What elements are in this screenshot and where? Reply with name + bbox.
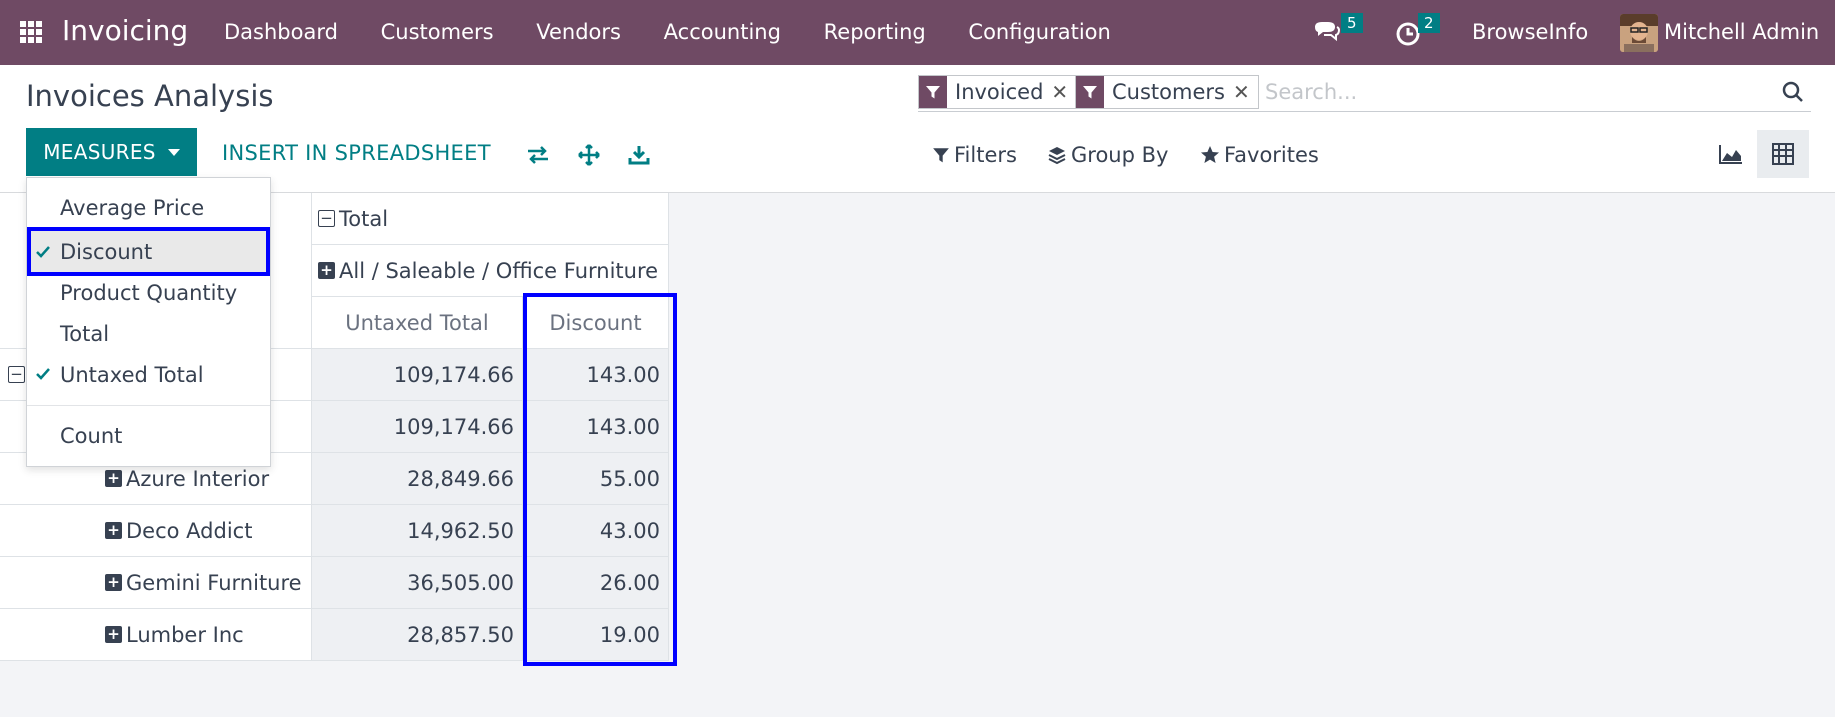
row-header-customer[interactable]: + Deco Addict (0, 505, 312, 557)
star-icon (1201, 146, 1219, 163)
expand-icon: + (105, 626, 122, 643)
remove-facet-icon[interactable]: ✕ (1233, 80, 1258, 104)
menu-dashboard[interactable]: Dashboard (224, 20, 338, 44)
menu-reporting[interactable]: Reporting (824, 20, 926, 44)
measure-label: Untaxed Total (345, 310, 489, 335)
search-bar: Invoiced ✕ Customers ✕ (918, 74, 1811, 112)
facet-value: Invoiced (955, 80, 1044, 104)
option-label: Count (60, 424, 123, 448)
layers-icon (1048, 147, 1066, 165)
download-icon[interactable] (627, 143, 651, 167)
favorites-label: Favorites (1224, 143, 1319, 167)
cell-discount[interactable]: 143.00 (523, 401, 669, 453)
option-label: Total (60, 322, 110, 346)
measures-label: MEASURES (43, 140, 156, 164)
insert-in-spreadsheet-button[interactable]: INSERT IN SPREADSHEET (222, 141, 491, 165)
filter-icon (1076, 76, 1104, 108)
expand-all-icon[interactable] (577, 143, 601, 167)
menu-configuration[interactable]: Configuration (968, 20, 1110, 44)
favorites-button[interactable]: Favorites (1200, 143, 1319, 167)
option-label: Average Price (60, 196, 205, 220)
remove-facet-icon[interactable]: ✕ (1051, 80, 1076, 104)
expand-icon: + (105, 522, 122, 539)
menu-accounting[interactable]: Accounting (664, 20, 781, 44)
area-chart-icon (1719, 145, 1742, 164)
row-label: Lumber Inc (126, 622, 244, 647)
measures-button[interactable]: MEASURES (26, 128, 197, 176)
measure-option-product-quantity[interactable]: Product Quantity (27, 273, 270, 313)
measure-option-average-price[interactable]: Average Price (27, 188, 270, 228)
activities-badge: 2 (1418, 13, 1440, 33)
option-label: Product Quantity (60, 281, 238, 305)
cell-discount[interactable]: 55.00 (523, 453, 669, 505)
measure-option-discount[interactable]: Discount (27, 227, 270, 276)
measures-dropdown: Average Price Discount Product Quantity … (26, 177, 271, 467)
cell-untaxed[interactable]: 28,849.66 (312, 453, 523, 505)
caret-down-icon (167, 148, 180, 156)
option-label: Untaxed Total (60, 363, 204, 387)
measure-option-total[interactable]: Total (27, 314, 270, 354)
user-avatar[interactable] (1620, 14, 1658, 52)
check-icon (36, 368, 50, 380)
apps-menu-icon[interactable] (20, 21, 42, 43)
option-label: Discount (60, 239, 153, 264)
control-panel: Invoices Analysis Invoiced ✕ Customers ✕… (0, 65, 1835, 193)
row-label: Gemini Furniture (126, 570, 302, 595)
pivot-col-group-header[interactable]: + All / Saleable / Office Furniture (312, 245, 669, 297)
messages-badge: 5 (1341, 13, 1363, 33)
search-input[interactable] (1265, 76, 1765, 108)
cell-discount[interactable]: 19.00 (523, 609, 669, 661)
search-icon[interactable] (1781, 80, 1805, 104)
filter-icon (919, 76, 947, 108)
dropdown-divider (27, 405, 270, 406)
menu-customers[interactable]: Customers (381, 20, 494, 44)
chat-icon[interactable] (1312, 18, 1342, 48)
expand-icon: + (318, 262, 335, 279)
collapse-icon: − (318, 210, 335, 227)
expand-icon: + (105, 574, 122, 591)
measure-label: Discount (549, 310, 642, 335)
col-group-label: All / Saleable / Office Furniture (339, 258, 659, 283)
pivot-col-total-header[interactable]: − Total (312, 193, 669, 245)
cell-untaxed[interactable]: 28,857.50 (312, 609, 523, 661)
col-total-label: Total (339, 206, 389, 231)
facet-value: Customers (1112, 80, 1225, 104)
table-icon (1772, 143, 1794, 165)
pivot-view-button[interactable] (1757, 130, 1809, 178)
measure-option-count[interactable]: Count (27, 416, 270, 456)
cell-discount[interactable]: 143.00 (523, 349, 669, 401)
filters-button[interactable]: Filters (932, 143, 1017, 167)
top-navbar: Invoicing Dashboard Customers Vendors Ac… (0, 0, 1835, 65)
graph-view-button[interactable] (1705, 130, 1757, 178)
filters-label: Filters (954, 143, 1017, 167)
check-icon (36, 246, 50, 258)
cell-untaxed[interactable]: 14,962.50 (312, 505, 523, 557)
cell-untaxed[interactable]: 36,505.00 (312, 557, 523, 609)
facet-invoiced: Invoiced ✕ (918, 75, 1078, 109)
user-menu[interactable]: Mitchell Admin (1664, 20, 1819, 44)
measure-header-discount[interactable]: Discount (523, 297, 669, 349)
expand-icon: + (105, 470, 122, 487)
measure-header-untaxed[interactable]: Untaxed Total (312, 297, 523, 349)
page-title: Invoices Analysis (26, 79, 274, 113)
main-menu: Dashboard Customers Vendors Accounting R… (224, 20, 1111, 44)
facet-customers: Customers ✕ (1075, 75, 1259, 109)
cell-discount[interactable]: 43.00 (523, 505, 669, 557)
group-by-label: Group By (1071, 143, 1169, 167)
row-header-customer[interactable]: + Gemini Furniture (0, 557, 312, 609)
row-header-customer[interactable]: + Lumber Inc (0, 609, 312, 661)
row-label: Azure Interior (126, 466, 270, 491)
filter-icon (933, 148, 949, 163)
cell-untaxed[interactable]: 109,174.66 (312, 401, 523, 453)
group-by-button[interactable]: Group By (1047, 143, 1168, 167)
cell-discount[interactable]: 26.00 (523, 557, 669, 609)
app-brand[interactable]: Invoicing (62, 14, 188, 47)
menu-vendors[interactable]: Vendors (536, 20, 621, 44)
row-label: Deco Addict (126, 518, 253, 543)
company-switcher[interactable]: BrowseInfo (1472, 20, 1588, 44)
measure-option-untaxed-total[interactable]: Untaxed Total (27, 355, 270, 395)
collapse-icon: − (8, 366, 25, 383)
flip-axis-icon[interactable] (526, 143, 550, 167)
cell-untaxed[interactable]: 109,174.66 (312, 349, 523, 401)
